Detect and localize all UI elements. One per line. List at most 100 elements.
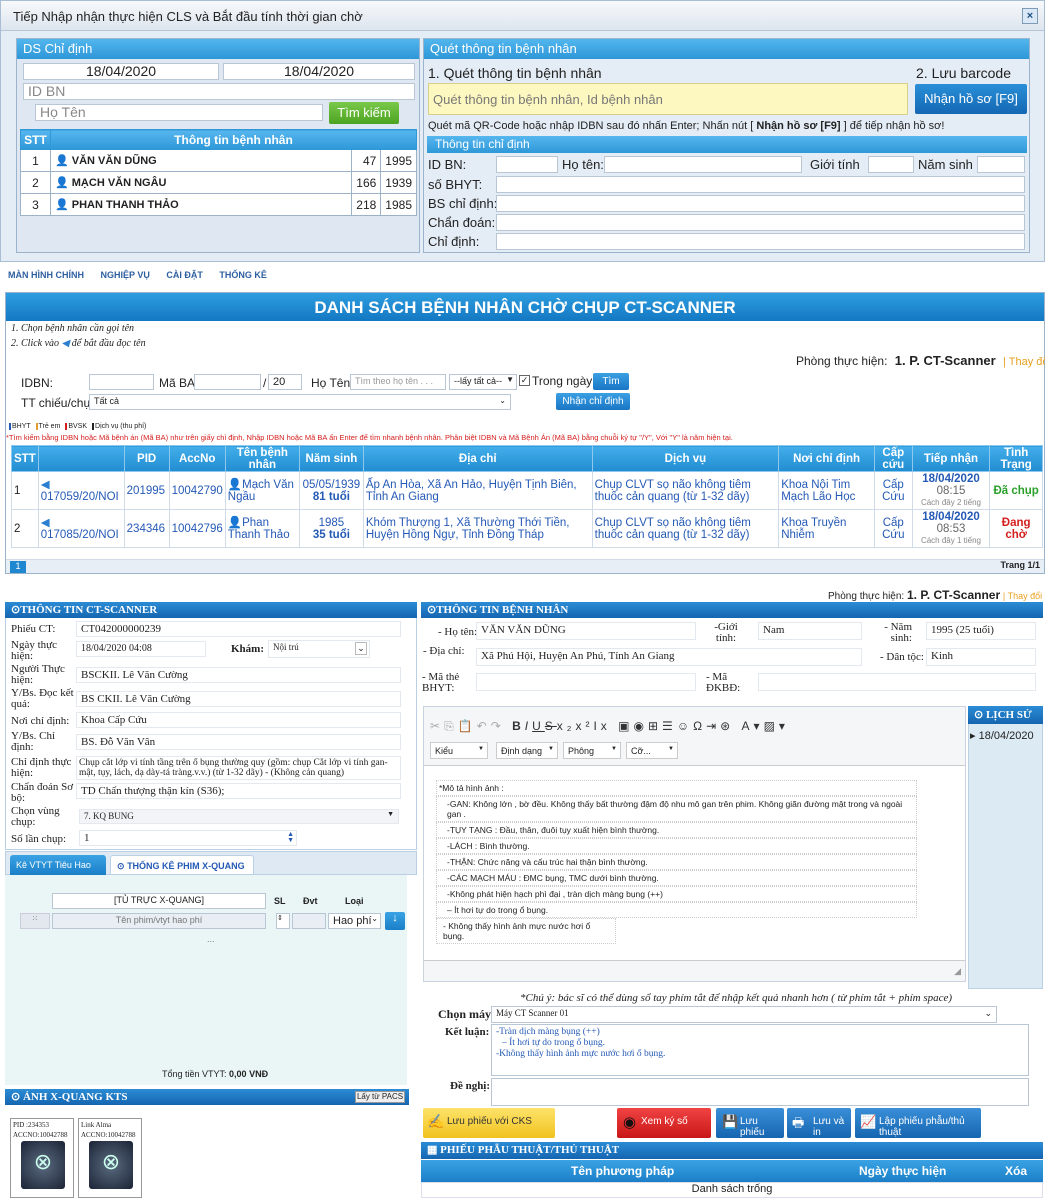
redo-icon[interactable]: ↷ [491,719,505,733]
ma-ba-year-input[interactable]: 20 [268,374,302,390]
subscript-icon[interactable]: x₂ [557,719,576,733]
bn-madk-value[interactable] [758,673,1036,691]
nguoi-value[interactable]: BSCKII. Lê Văn Cường [76,667,401,683]
xray-thumb[interactable]: PID :234353 ACCNO:10042788 ⊗ [10,1118,74,1198]
table-row[interactable]: 3 👤 PHAN THANH THẢO 218 1985 [20,193,417,216]
bn-mathe-value[interactable] [476,673,696,691]
bn-hoten-value[interactable]: VĂN VĂN DŨNG [476,622,696,640]
text-color-icon[interactable]: A▾ [742,719,764,733]
history-item[interactable]: ▸ 18/04/2020 [970,729,1034,742]
machine-select[interactable]: Máy CT Scanner 01 ⌄ [491,1006,997,1023]
chan-doan-field[interactable] [496,214,1025,231]
phieu-value[interactable]: CT042000000239 [76,621,401,637]
nav-settings[interactable]: CÀI ĐẶT [166,270,203,280]
omega-icon[interactable]: Ω [693,719,706,733]
gioi-tinh-field[interactable] [868,156,914,173]
close-icon[interactable]: × [1022,8,1038,24]
collapse-icon[interactable]: ⊙ [11,1091,20,1103]
recommendation-textarea[interactable] [491,1078,1029,1106]
in-day-checkbox[interactable]: ✓ [519,375,530,386]
view-signature-button[interactable]: ◉ Xem ký số [617,1108,711,1138]
cut-icon[interactable]: ✂ [430,719,444,733]
nam-sinh-field[interactable] [977,156,1025,173]
idbn-input[interactable]: ID BN [23,83,415,100]
receive-button[interactable]: Nhận hồ sơ [F9] [915,84,1027,114]
change-room-link[interactable]: | Thay đổi [1003,356,1045,368]
font-combo[interactable]: Phông ▼ [563,742,621,759]
save-with-cks-button[interactable]: ✍ Lưu phiếu với CKS [423,1108,555,1138]
tab-vtyt[interactable]: Kê VTYT Tiêu Hao [10,855,106,875]
save-button[interactable]: 💾 Lưu phiếu [716,1108,784,1138]
nav-home[interactable]: MÀN HÌNH CHÍNH [8,270,84,280]
bn-dantoc-value[interactable]: Kinh [926,648,1036,666]
xray-thumb[interactable]: Link Alma ACCNO:10042788 ⊗ [78,1118,142,1198]
editor-content[interactable]: *Mô tả hình ảnh : -GAN: Không lớn , bờ đ… [424,765,965,961]
cdsb-value[interactable]: TD Chấn thượng thận kín (S36); [76,783,401,799]
collapse-icon[interactable]: ▦ [427,1144,437,1156]
table-row[interactable]: 1 👤 VĂN VĂN DŨNG 47 1995 [20,149,417,172]
underline-icon[interactable]: U [532,719,545,733]
cdth-value[interactable]: Chụp cắt lớp vi tính tầng trên ổ bụng th… [76,756,401,780]
bn-diachi-value[interactable]: Xã Phú Hội, Huyện An Phú, Tỉnh An Giang [476,648,862,666]
date-to-input[interactable]: 18/04/2020 [223,63,415,80]
name-search-input[interactable]: Tìm theo họ tên . . . [350,374,446,390]
dvt-field[interactable] [292,913,326,929]
tt-select[interactable]: Tất cả ⌄ [89,394,511,410]
so-bhyt-field[interactable] [496,176,1025,193]
table-row[interactable]: 1 ◀︎ 017059/20/NOI 201995 10042790 👤Mạch… [11,471,1043,510]
tu-truc-select[interactable]: [TỦ TRỰC X-QUANG] [52,893,266,909]
noi-value[interactable]: Khoa Cấp Cứu [76,712,401,728]
find-button[interactable]: Tìm [593,373,629,390]
format-combo[interactable]: Định dạng ▼ [496,742,558,759]
iframe-icon[interactable]: ⊛ [720,719,734,733]
table-row[interactable]: 2 ◀︎ 017085/20/NOI 234346 10042796 👤Phan… [11,509,1043,548]
pacs-button[interactable]: Lấy từ PACS [355,1091,405,1103]
bs-chi-dinh-field[interactable] [496,195,1025,212]
vung-select[interactable]: 7. KQ BUNG ▼ [79,809,399,824]
add-vtyt-icon[interactable]: ↓ [385,912,405,930]
name-input[interactable]: Họ Tên [35,104,323,121]
search-button[interactable]: Tìm kiếm [329,102,399,124]
bold-icon[interactable]: B [512,719,525,733]
save-print-button[interactable]: 🖶 Lưu và in [787,1108,851,1138]
style-combo[interactable]: Kiểu ▼ [430,742,488,759]
image-icon[interactable]: ▣ [618,719,633,733]
nav-stats[interactable]: THỐNG KÊ [219,270,267,280]
nav-business[interactable]: NGHIỆP VỤ [101,270,150,280]
solan-input[interactable]: 1 ▲ ▼ [79,830,297,846]
pagebreak-icon[interactable]: ⇥ [706,719,720,733]
clear-format-icon[interactable]: Ix [593,719,610,733]
ybs-value[interactable]: BS. Đỗ Văn Vân [76,734,401,750]
bn-gioi-value[interactable]: Nam [758,622,862,640]
qty-stepper[interactable]: ⇕ [276,913,290,929]
smiley-icon[interactable]: ☺ [677,719,693,733]
doc-value[interactable]: BS CKII. Lê Văn Cường [76,691,401,707]
kham-select[interactable]: Nội trú ⌄ [268,640,370,658]
superscript-icon[interactable]: x² [575,719,593,733]
ma-ba-input[interactable] [194,374,261,390]
create-surgery-button[interactable]: 📈 Lập phiếu phẫu/thủ thuật [855,1108,981,1138]
hr-icon[interactable]: ☰ [662,719,677,733]
strike-icon[interactable]: S [545,719,557,733]
collapse-icon[interactable]: ⊙ [974,709,983,721]
collapse-icon[interactable]: ⊙ [427,604,436,616]
date-from-input[interactable]: 18/04/2020 [23,63,219,80]
filter-select[interactable]: --lấy tất cả-- ▼ [449,374,517,390]
italic-icon[interactable]: I [525,719,532,733]
paste-icon[interactable]: 📋 [458,719,477,733]
ho-ten-field[interactable] [604,156,802,173]
speaker-icon[interactable]: ◀︎ [41,517,50,529]
size-combo[interactable]: Cỡ... ▼ [626,742,678,759]
copy-icon[interactable]: ⎘ [444,719,458,733]
stepper-icon[interactable]: ▲ ▼ [287,831,294,844]
table-icon[interactable]: ⊞ [648,719,662,733]
vtyt-search-input[interactable]: Tên phim/vtyt hao phí [52,913,266,929]
page-button[interactable]: 1 [10,561,26,573]
bn-namsinh-value[interactable]: 1995 (25 tuổi) [926,622,1036,640]
idbn-search-input[interactable] [89,374,154,390]
id-bn-field[interactable] [496,156,558,173]
tab-xray-stats[interactable]: ⊙ THỐNG KÊ PHIM X-QUANG [110,855,254,875]
receive-order-button[interactable]: Nhận chỉ định [556,393,630,410]
ngay-value[interactable]: 18/04/2020 04:08 [76,641,206,657]
loai-select[interactable]: Hao phí ⌄ [328,913,381,929]
